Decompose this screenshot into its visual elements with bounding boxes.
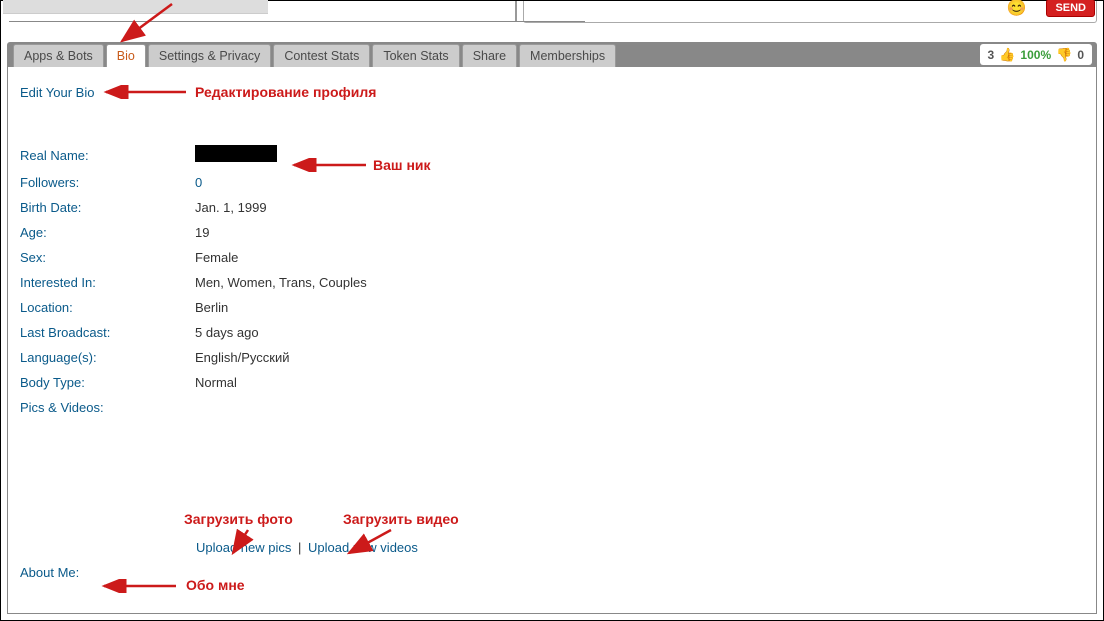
smiley-icon[interactable]: 😊 bbox=[1007, 0, 1027, 18]
value-age: 19 bbox=[195, 225, 209, 240]
tab-memberships[interactable]: Memberships bbox=[519, 44, 616, 67]
label-interested: Interested In: bbox=[20, 275, 195, 290]
bio-panel: Edit Your Bio Real Name: Followers: 0 Bi… bbox=[7, 67, 1097, 614]
rating-up-count: 3 bbox=[988, 48, 995, 62]
tab-apps-bots[interactable]: Apps & Bots bbox=[13, 44, 104, 67]
label-pics-videos: Pics & Videos: bbox=[20, 400, 195, 415]
top-area: 😊 SEND bbox=[1, 1, 1103, 33]
label-followers: Followers: bbox=[20, 175, 195, 190]
tab-bio[interactable]: Bio bbox=[106, 44, 146, 67]
value-languages: English/Русский bbox=[195, 350, 290, 365]
tab-bar: Apps & Bots Bio Settings & Privacy Conte… bbox=[7, 42, 1097, 67]
real-name-value bbox=[195, 145, 277, 162]
tab-settings[interactable]: Settings & Privacy bbox=[148, 44, 271, 67]
label-body-type: Body Type: bbox=[20, 375, 195, 390]
tab-share[interactable]: Share bbox=[462, 44, 517, 67]
upload-links: Upload new pics | Upload new videos bbox=[196, 540, 1096, 555]
preview-block bbox=[3, 0, 268, 14]
upload-videos-link[interactable]: Upload new videos bbox=[308, 540, 418, 555]
divider bbox=[515, 1, 517, 21]
value-location: Berlin bbox=[195, 300, 228, 315]
tab-contest-stats[interactable]: Contest Stats bbox=[273, 44, 370, 67]
rating-down-count: 0 bbox=[1077, 48, 1084, 62]
label-birth-date: Birth Date: bbox=[20, 200, 195, 215]
label-sex: Sex: bbox=[20, 250, 195, 265]
thumbs-down-icon[interactable]: 👎 bbox=[1056, 47, 1072, 63]
edit-your-bio-link[interactable]: Edit Your Bio bbox=[20, 85, 94, 100]
value-interested: Men, Women, Trans, Couples bbox=[195, 275, 367, 290]
label-last-broadcast: Last Broadcast: bbox=[20, 325, 195, 340]
label-real-name: Real Name: bbox=[20, 148, 195, 163]
upload-pics-link[interactable]: Upload new pics bbox=[196, 540, 291, 555]
label-location: Location: bbox=[20, 300, 195, 315]
tab-token-stats[interactable]: Token Stats bbox=[372, 44, 459, 67]
label-languages: Language(s): bbox=[20, 350, 195, 365]
bio-table: Real Name: Followers: 0 Birth Date: Jan.… bbox=[20, 145, 1096, 415]
rating-percent: 100% bbox=[1020, 48, 1051, 62]
rating-pill: 3 👍 100% 👎 0 bbox=[980, 44, 1092, 65]
value-last-broadcast: 5 days ago bbox=[195, 325, 259, 340]
value-followers: 0 bbox=[195, 175, 202, 190]
value-sex: Female bbox=[195, 250, 238, 265]
upload-separator: | bbox=[298, 540, 301, 555]
value-birth-date: Jan. 1, 1999 bbox=[195, 200, 267, 215]
label-about-me: About Me: bbox=[20, 565, 195, 580]
label-age: Age: bbox=[20, 225, 195, 240]
separator-line bbox=[9, 21, 585, 22]
thumbs-up-icon[interactable]: 👍 bbox=[999, 47, 1015, 63]
send-button[interactable]: SEND bbox=[1046, 0, 1095, 17]
value-body-type: Normal bbox=[195, 375, 237, 390]
